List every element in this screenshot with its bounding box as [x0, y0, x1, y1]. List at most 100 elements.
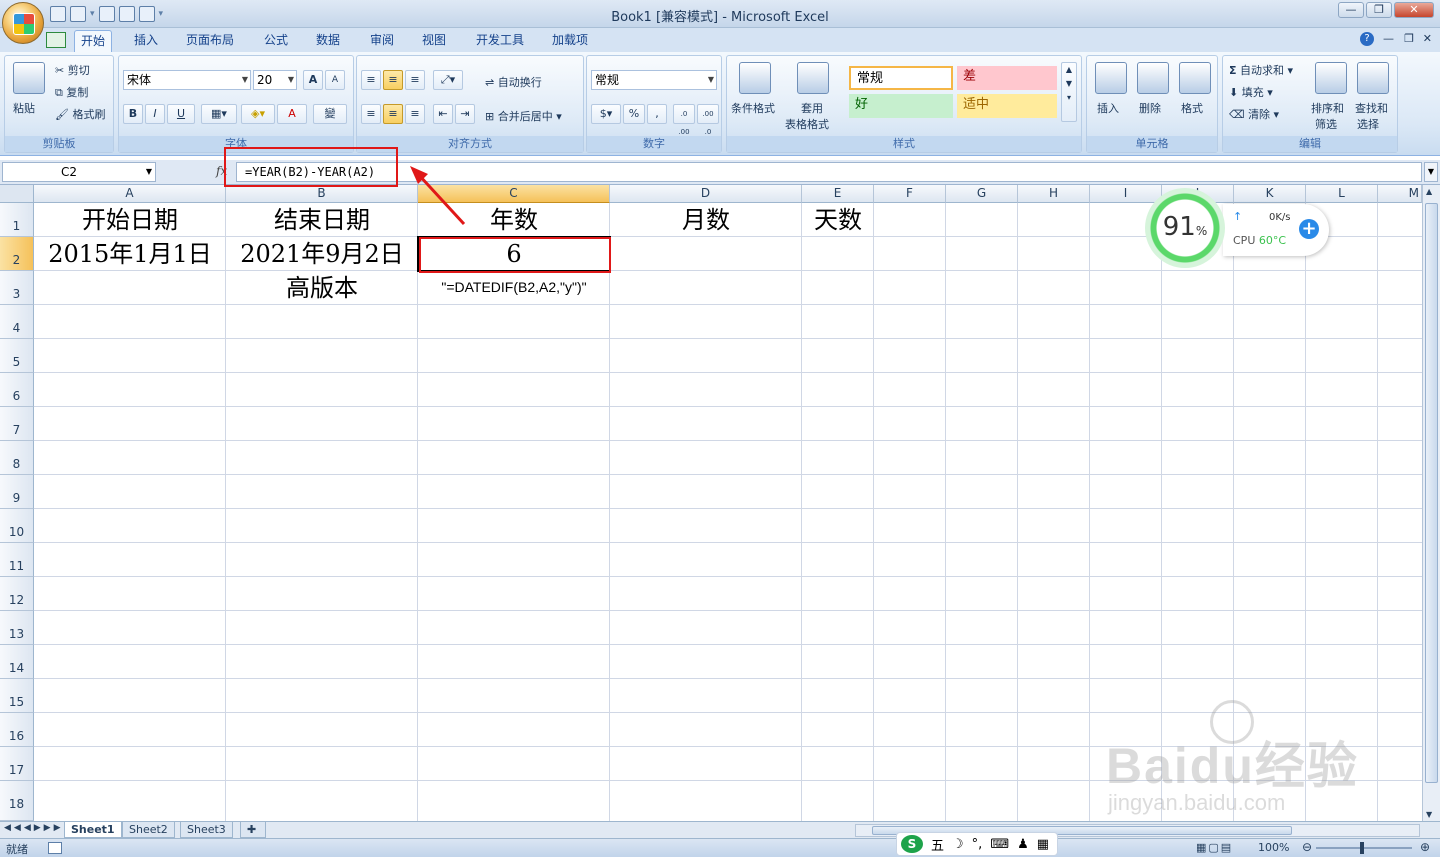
vertical-scroll-thumb[interactable] — [1425, 203, 1438, 783]
delete-cells-icon[interactable] — [1137, 62, 1169, 94]
ribbon-minimize-icon[interactable]: — — [1383, 32, 1394, 45]
delete-cells-label[interactable]: 删除 — [1139, 100, 1161, 116]
sort-filter-icon[interactable] — [1315, 62, 1347, 94]
close-button[interactable]: ✕ — [1394, 2, 1434, 18]
ribbon-close-icon[interactable]: ✕ — [1423, 32, 1432, 45]
row-header-12[interactable]: 12 — [0, 577, 34, 611]
row-header-6[interactable]: 6 — [0, 373, 34, 407]
find-select-label-2[interactable]: 选择 — [1357, 116, 1379, 132]
tab-page-layout[interactable]: 页面布局 — [180, 30, 240, 52]
underline-button[interactable]: U — [167, 104, 195, 124]
phonetic-button[interactable]: 變 — [313, 104, 347, 124]
decrease-indent-button[interactable]: ⇤ — [433, 104, 453, 124]
sheet-tab-sheet3[interactable]: Sheet3 — [180, 822, 233, 838]
row-header-4[interactable]: 4 — [0, 305, 34, 339]
column-header-e[interactable]: E — [802, 185, 874, 203]
column-header-m[interactable]: M — [1378, 185, 1422, 203]
cell-b1[interactable]: 结束日期 — [226, 203, 418, 237]
percent-button[interactable]: % — [623, 104, 645, 124]
find-select-icon[interactable] — [1357, 62, 1389, 94]
expand-formula-icon[interactable]: ▼ — [1424, 162, 1438, 182]
number-format-combo[interactable]: 常规 ▼ — [591, 70, 717, 90]
increase-indent-button[interactable]: ⇥ — [455, 104, 475, 124]
tab-review[interactable]: 审阅 — [364, 30, 400, 52]
insert-sheet-icon[interactable]: ✚ — [240, 822, 266, 838]
tab-developer[interactable]: 开发工具 — [470, 30, 530, 52]
cell-b3[interactable]: 高版本 — [226, 271, 418, 305]
column-header-g[interactable]: G — [946, 185, 1018, 203]
grow-font-button[interactable]: A — [303, 70, 323, 90]
grid-icon[interactable]: ▦ — [1037, 837, 1049, 852]
punctuation-icon[interactable]: °, — [972, 837, 983, 852]
keyboard-icon[interactable]: ⌨ — [990, 837, 1009, 852]
scroll-down-icon[interactable]: ▼ — [1426, 810, 1432, 819]
fill-color-button[interactable]: ◈▾ — [241, 104, 275, 124]
restore-button[interactable]: ❐ — [1366, 2, 1392, 18]
conditional-format-label[interactable]: 条件格式 — [731, 100, 775, 116]
row-header-2[interactable]: 2 — [0, 237, 34, 271]
align-center-button[interactable]: ≡ — [383, 104, 403, 124]
ime-mode[interactable]: 五 — [931, 835, 944, 854]
row-header-14[interactable]: 14 — [0, 645, 34, 679]
column-header-b[interactable]: B — [226, 185, 418, 203]
row-header-16[interactable]: 16 — [0, 713, 34, 747]
row-header-15[interactable]: 15 — [0, 679, 34, 713]
shrink-font-button[interactable]: A — [325, 70, 345, 90]
currency-button[interactable]: $▾ — [591, 104, 621, 124]
row-header-17[interactable]: 17 — [0, 747, 34, 781]
table-format-label-1[interactable]: 套用 — [801, 100, 823, 116]
decrease-decimal-button[interactable]: .00 .0 — [697, 104, 719, 136]
cell-c3[interactable]: "=DATEDIF(B2,A2,"y")" — [418, 277, 610, 297]
format-cells-label[interactable]: 格式 — [1181, 100, 1203, 116]
tab-insert[interactable]: 插入 — [128, 30, 164, 52]
style-bad[interactable]: 差 — [957, 66, 1057, 90]
autosum-button[interactable]: Σ 自动求和 ▾ — [1229, 62, 1293, 78]
row-header-7[interactable]: 7 — [0, 407, 34, 441]
row-header-10[interactable]: 10 — [0, 509, 34, 543]
conditional-format-icon[interactable] — [739, 62, 771, 94]
sheet-nav-arrows-icon[interactable]: ◀◀◀▶▶▶ — [4, 823, 64, 833]
row-header-5[interactable]: 5 — [0, 339, 34, 373]
style-neutral[interactable]: 适中 — [957, 94, 1057, 118]
minimize-button[interactable]: — — [1338, 2, 1364, 18]
paste-label[interactable]: 粘贴 — [13, 100, 35, 116]
row-header-9[interactable]: 9 — [0, 475, 34, 509]
style-good[interactable]: 好 — [849, 94, 953, 118]
row-header-1[interactable]: 1 — [0, 203, 34, 237]
table-format-icon[interactable] — [797, 62, 829, 94]
cell-a2[interactable]: 2015年1月1日 — [34, 237, 226, 271]
fx-icon[interactable]: fx — [216, 164, 227, 178]
italic-button[interactable]: I — [145, 104, 165, 124]
tab-data[interactable]: 数据 — [310, 30, 346, 52]
insert-cells-label[interactable]: 插入 — [1097, 100, 1119, 116]
align-right-button[interactable]: ≡ — [405, 104, 425, 124]
tab-formulas[interactable]: 公式 — [258, 30, 294, 52]
format-cells-icon[interactable] — [1179, 62, 1211, 94]
format-painter-button[interactable]: 🖌 格式刷 — [55, 106, 105, 122]
tab-home[interactable]: 开始 — [74, 30, 113, 52]
cell-a1[interactable]: 开始日期 — [34, 203, 226, 237]
help-icon[interactable]: ? — [1360, 32, 1374, 46]
view-buttons-icon[interactable]: ▦▢▤ — [1196, 841, 1252, 854]
name-box[interactable]: C2 ▼ — [2, 162, 156, 182]
sheet-tab-sheet2[interactable]: Sheet2 — [122, 822, 175, 838]
merge-center-button[interactable]: ⊞ 合并后居中 ▾ — [485, 108, 562, 124]
column-header-a[interactable]: A — [34, 185, 226, 203]
column-header-d[interactable]: D — [610, 185, 802, 203]
bold-button[interactable]: B — [123, 104, 143, 124]
styles-scroll[interactable]: ▲ ▼ ▾ — [1061, 62, 1077, 122]
sort-filter-label-1[interactable]: 排序和 — [1311, 100, 1344, 116]
comma-button[interactable]: , — [647, 104, 667, 124]
row-header-11[interactable]: 11 — [0, 543, 34, 577]
align-bottom-button[interactable]: ≡ — [405, 70, 425, 90]
paste-icon[interactable] — [13, 62, 45, 94]
align-left-button[interactable]: ≡ — [361, 104, 381, 124]
moon-icon[interactable]: ☽ — [952, 837, 964, 852]
clear-button[interactable]: ⌫ 清除 ▾ — [1229, 106, 1279, 122]
cell-e1[interactable]: 天数 — [802, 203, 874, 237]
fill-button[interactable]: ⬇ 填充 ▾ — [1229, 84, 1273, 100]
plus-icon[interactable]: + — [1299, 219, 1319, 239]
row-header-13[interactable]: 13 — [0, 611, 34, 645]
orientation-button[interactable]: ⤢▾ — [433, 70, 463, 90]
font-color-button[interactable]: A — [277, 104, 307, 124]
